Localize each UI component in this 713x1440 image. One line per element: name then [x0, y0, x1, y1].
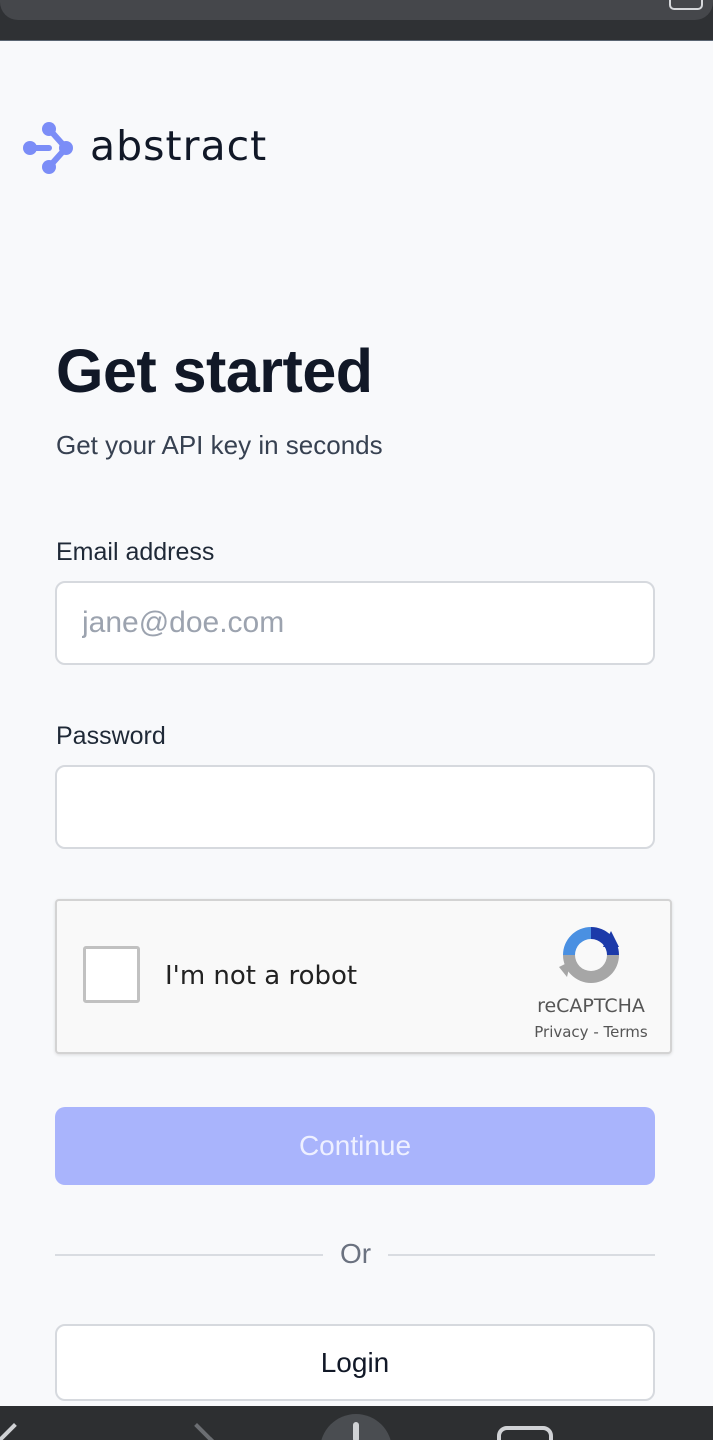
email-label: Email address [56, 538, 215, 566]
recaptcha-terms-link[interactable]: Terms [604, 1023, 648, 1041]
reader-icon[interactable] [669, 0, 703, 10]
share-icon[interactable] [320, 1414, 392, 1440]
url-field[interactable] [0, 0, 713, 20]
recaptcha-logo-icon [557, 921, 625, 989]
password-label: Password [56, 722, 166, 750]
recaptcha-privacy-link[interactable]: Privacy [534, 1023, 588, 1041]
password-field[interactable] [55, 765, 655, 849]
back-icon[interactable] [0, 1423, 31, 1440]
recaptcha-link-separator: - [593, 1023, 599, 1041]
page-title: Get started [56, 337, 373, 405]
recaptcha-label: I'm not a robot [165, 961, 358, 991]
browser-address-bar [0, 0, 713, 41]
continue-button[interactable]: Continue [55, 1107, 655, 1185]
divider-text: Or [339, 1238, 372, 1269]
forward-icon[interactable] [180, 1423, 214, 1440]
recaptcha-links: Privacy - Terms [519, 1023, 663, 1041]
recaptcha-widget: I'm not a robot reCAPTCHA Privacy - Term… [55, 899, 672, 1054]
login-button[interactable]: Login [55, 1324, 655, 1401]
divider-line-right [388, 1254, 655, 1256]
divider-line-left [55, 1254, 323, 1256]
email-field[interactable] [55, 581, 655, 665]
browser-toolbar [0, 1406, 713, 1440]
recaptcha-brand: reCAPTCHA [537, 995, 645, 1017]
brand-logo[interactable]: abstract [22, 121, 267, 175]
recaptcha-checkbox[interactable] [83, 946, 140, 1003]
tabs-icon[interactable] [497, 1426, 553, 1440]
brand-name: abstract [90, 121, 268, 170]
page-subtitle: Get your API key in seconds [56, 430, 383, 460]
abstract-logo-icon [22, 121, 76, 175]
or-divider: Or [55, 1237, 655, 1271]
